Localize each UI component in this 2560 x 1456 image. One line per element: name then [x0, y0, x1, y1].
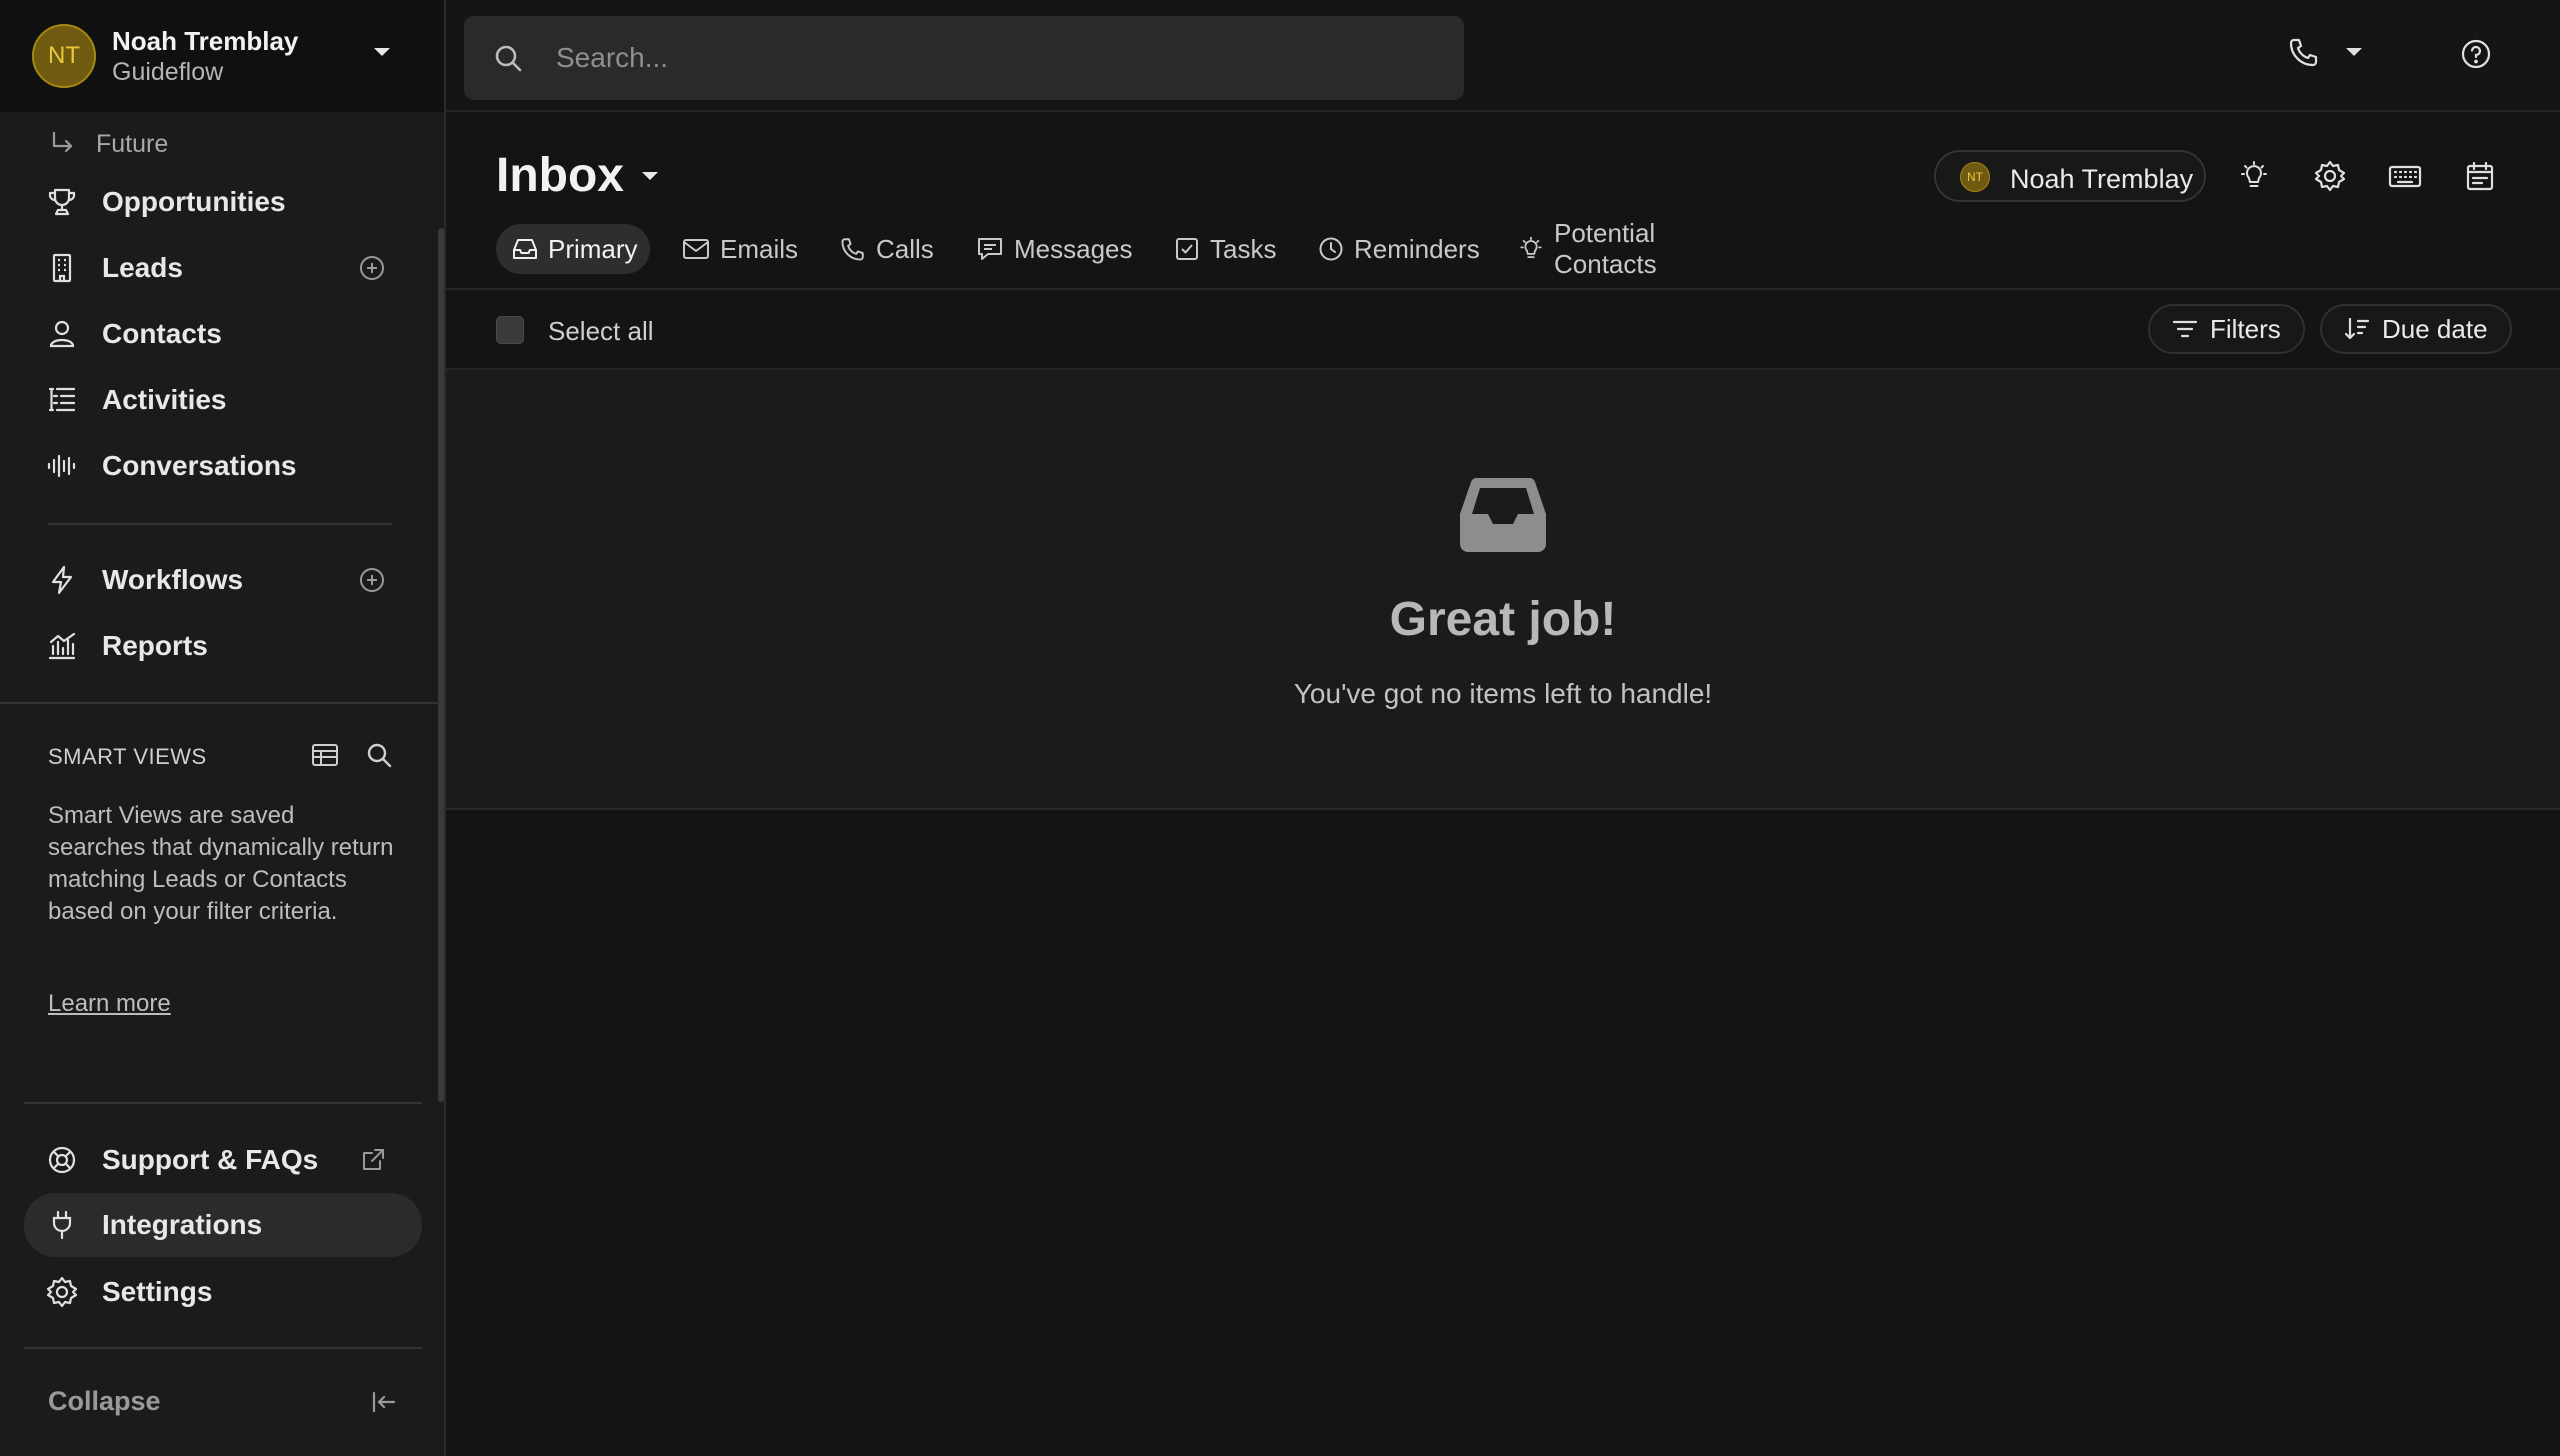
activity-list-icon	[46, 384, 78, 416]
external-link-icon	[360, 1147, 386, 1173]
sidebar-item-conversations[interactable]: Conversations	[24, 435, 422, 497]
sidebar-item-label: Contacts	[102, 318, 222, 349]
page-title[interactable]: Inbox	[496, 148, 624, 203]
sidebar-divider	[24, 1102, 422, 1104]
phone-icon	[840, 236, 866, 262]
gear-icon	[46, 1276, 78, 1308]
filter-icon	[2172, 318, 2198, 340]
tab-label: Messages	[1014, 233, 1133, 264]
search-input[interactable]	[556, 34, 1436, 82]
filters-button[interactable]: Filters	[2148, 304, 2305, 354]
tab-label: Reminders	[1354, 233, 1480, 264]
tab-label: Calls	[876, 233, 934, 264]
sidebar-item-label: Integrations	[102, 1209, 263, 1240]
header-divider	[446, 288, 2560, 290]
caret-down-icon[interactable]	[640, 170, 660, 182]
sidebar-item-label: Conversations	[102, 450, 297, 481]
lightbulb-icon	[1518, 236, 1544, 262]
tab-label: Emails	[720, 233, 799, 264]
smart-views-description: Smart Views are saved searches that dyna…	[48, 802, 394, 925]
trophy-icon	[46, 186, 78, 218]
sort-label: Due date	[2382, 313, 2488, 344]
sidebar-item-label: Settings	[102, 1276, 213, 1307]
message-icon	[976, 236, 1004, 262]
empty-state-subtitle: You've got no items left to handle!	[1293, 678, 1713, 709]
tab-emails[interactable]: Emails	[666, 224, 814, 274]
smart-views-title: SMART VIEWS	[48, 744, 207, 769]
collapse-button[interactable]: Collapse	[48, 1386, 161, 1417]
tab-messages[interactable]: Messages	[960, 224, 1149, 274]
caret-down-icon	[2344, 46, 2364, 58]
global-search[interactable]	[464, 16, 1464, 100]
user-org: Guideflow	[112, 58, 224, 86]
tab-primary[interactable]: Primary	[496, 224, 650, 274]
phone-menu-button[interactable]	[2288, 36, 2364, 68]
checkbox-icon	[1174, 236, 1200, 262]
select-all-checkbox[interactable]	[496, 316, 524, 344]
tab-reminders[interactable]: Reminders	[1302, 224, 1496, 274]
sidebar-item-integrations[interactable]: Integrations	[24, 1193, 422, 1257]
inbox-tray-icon	[1458, 474, 1548, 554]
add-workflow-icon[interactable]	[358, 566, 386, 594]
tab-label: Primary	[548, 233, 638, 264]
learn-more-link[interactable]: Learn more	[48, 990, 171, 1018]
sidebar: NT Noah Tremblay Guideflow Future Opport…	[0, 0, 446, 1456]
inbox-list	[446, 368, 2560, 810]
tab-potential-contacts[interactable]: Potential Contacts	[1502, 218, 1673, 279]
calendar-icon[interactable]	[2464, 160, 2496, 192]
sort-button[interactable]: Due date	[2320, 304, 2512, 354]
sidebar-item-label: Support & FAQs	[102, 1144, 319, 1175]
sidebar-item-activities[interactable]: Activities	[24, 369, 422, 431]
collapse-icon[interactable]	[370, 1388, 398, 1416]
sort-icon	[2344, 316, 2370, 342]
tab-label: Tasks	[1210, 233, 1277, 264]
sidebar-item-label: Leads	[102, 252, 183, 283]
top-bar	[446, 0, 2560, 112]
user-filter-chip[interactable]: NT Noah Tremblay	[1934, 150, 2206, 202]
table-icon[interactable]	[310, 740, 340, 770]
sidebar-item-label: Future	[96, 129, 169, 158]
sidebar-item-settings[interactable]: Settings	[24, 1261, 422, 1323]
lightbulb-icon[interactable]	[2238, 160, 2270, 192]
sidebar-item-label: Opportunities	[102, 186, 286, 217]
user-name: Noah Tremblay	[112, 26, 299, 56]
sidebar-divider	[48, 523, 392, 525]
sidebar-scrollbar[interactable]	[438, 228, 444, 1102]
add-lead-icon[interactable]	[358, 254, 386, 282]
gear-icon[interactable]	[2314, 160, 2346, 192]
audio-wave-icon	[46, 450, 78, 482]
user-menu[interactable]: NT Noah Tremblay Guideflow	[0, 0, 444, 112]
return-arrow-icon	[48, 130, 76, 158]
tab-calls[interactable]: Calls	[824, 224, 950, 274]
empty-state-title: Great job!	[1389, 593, 1617, 646]
sidebar-item-opportunities[interactable]: Opportunities	[24, 171, 422, 233]
building-icon	[46, 252, 78, 284]
avatar: NT	[32, 24, 96, 88]
tab-label: Potential Contacts	[1554, 218, 1657, 279]
filters-label: Filters	[2210, 313, 2281, 344]
phone-icon	[2288, 36, 2320, 68]
search-icon[interactable]	[364, 740, 394, 770]
search-icon	[492, 42, 524, 74]
select-all-label[interactable]: Select all	[548, 316, 654, 347]
avatar: NT	[1960, 162, 1990, 192]
sidebar-item-support[interactable]: Support & FAQs	[24, 1129, 422, 1191]
envelope-icon	[682, 236, 710, 262]
clock-icon	[1318, 236, 1344, 262]
help-icon[interactable]	[2460, 38, 2492, 70]
plug-icon	[46, 1209, 78, 1241]
keyboard-icon[interactable]	[2388, 160, 2422, 192]
sidebar-divider	[24, 1347, 422, 1349]
person-icon	[46, 318, 78, 350]
tab-tasks[interactable]: Tasks	[1158, 224, 1292, 274]
caret-down-icon[interactable]	[372, 46, 392, 58]
sidebar-item-leads[interactable]: Leads	[24, 237, 422, 299]
sidebar-item-label: Activities	[102, 384, 227, 415]
user-filter-label: Noah Tremblay	[2010, 164, 2194, 194]
sidebar-item-contacts[interactable]: Contacts	[24, 303, 422, 365]
inbox-tray-icon	[512, 236, 538, 262]
lifebuoy-icon	[46, 1144, 78, 1176]
sidebar-item-future[interactable]: Future	[48, 124, 168, 164]
